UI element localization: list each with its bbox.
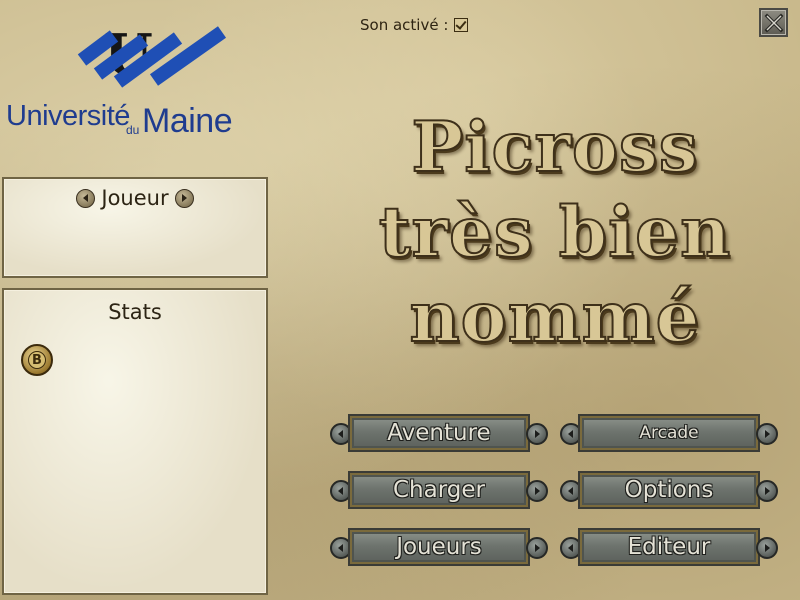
- options-button[interactable]: Options: [560, 471, 778, 511]
- university-logo: U Université du Maine: [6, 22, 261, 144]
- game-title-line: nommé: [408, 276, 701, 359]
- game-title: Picross très bien nommé: [330, 105, 780, 360]
- aventure-button[interactable]: Aventure: [330, 414, 548, 454]
- next-player-button[interactable]: [174, 188, 194, 208]
- chevron-right-icon: [526, 537, 548, 559]
- coin-icon: B: [21, 344, 53, 376]
- logo-du-text: du: [126, 123, 140, 137]
- close-button[interactable]: [759, 8, 788, 37]
- logo-emblem-icon: U: [77, 22, 227, 88]
- stats-panel-title: Stats: [108, 300, 162, 324]
- charger-label: Charger: [348, 471, 530, 509]
- prev-player-button[interactable]: [76, 188, 96, 208]
- aventure-label: Aventure: [348, 414, 530, 452]
- stats-panel: Stats B: [2, 288, 268, 595]
- sound-label: Son activé :: [360, 16, 449, 34]
- arcade-label: Arcade: [578, 414, 760, 452]
- chevron-right-icon: [526, 423, 548, 445]
- chevron-right-icon: [756, 537, 778, 559]
- options-label: Options: [578, 471, 760, 509]
- editeur-button[interactable]: Editeur: [560, 528, 778, 568]
- chevron-right-icon: [756, 423, 778, 445]
- joueurs-label: Joueurs: [348, 528, 530, 566]
- player-panel: Joueur: [2, 177, 268, 278]
- game-title-line: très bien: [378, 191, 732, 274]
- arcade-button[interactable]: Arcade: [560, 414, 778, 454]
- player-selector: Joueur: [4, 186, 266, 210]
- close-icon: [764, 13, 783, 32]
- coin-letter: B: [28, 351, 46, 369]
- logo-maine-text: Maine: [142, 102, 233, 140]
- charger-button[interactable]: Charger: [330, 471, 548, 511]
- chevron-right-icon: [756, 480, 778, 502]
- sound-checkbox[interactable]: [454, 18, 469, 32]
- editeur-label: Editeur: [578, 528, 760, 566]
- chevron-right-icon: [526, 480, 548, 502]
- joueurs-button[interactable]: Joueurs: [330, 528, 548, 568]
- game-title-line: Picross: [410, 106, 699, 189]
- sound-toggle[interactable]: Son activé :: [360, 16, 469, 34]
- logo-universite-text: Université: [6, 100, 130, 132]
- arrow-right-icon: [182, 194, 188, 202]
- arrow-left-icon: [82, 194, 88, 202]
- player-panel-title: Joueur: [101, 186, 169, 210]
